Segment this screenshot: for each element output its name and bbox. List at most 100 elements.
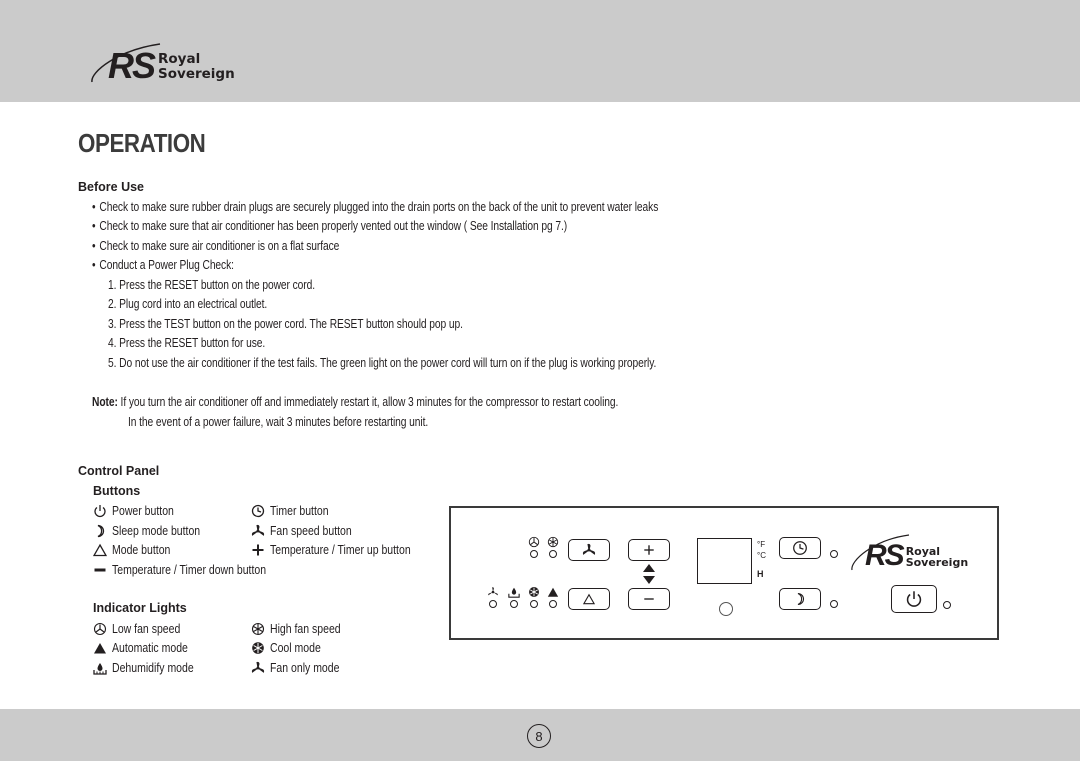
legend-label: Temperature / Timer up button [270, 543, 411, 557]
mode-triangle-icon [92, 542, 108, 558]
legend-label: High fan speed [270, 622, 341, 636]
legend-label: Cool mode [270, 641, 321, 655]
legend-temp-down-button: Temperature / Timer down button [92, 562, 295, 578]
sleep-moon-icon [92, 523, 108, 539]
bullet-item: • Check to make sure rubber drain plugs a… [92, 200, 659, 214]
legend-label: Power button [112, 504, 174, 518]
bullet-text: Check to make sure that air conditioner … [99, 219, 568, 233]
legend-label: Mode button [112, 543, 171, 557]
step-item: 2. Plug cord into an electrical outlet. [108, 297, 268, 311]
panel-brand-logo: RS Royal Sovereign [849, 534, 969, 574]
legend-auto-mode: Automatic mode [92, 640, 202, 656]
legend-low-fan: Low fan speed [92, 621, 193, 637]
power-led [943, 601, 951, 609]
legend-dehumidify-mode: Dehumidify mode [92, 660, 209, 676]
sleep-button[interactable] [779, 588, 821, 610]
brand-monogram: RS [865, 538, 905, 572]
fan-speed-button[interactable] [568, 539, 610, 561]
arrow-down-icon [643, 576, 655, 584]
mode-button[interactable] [568, 588, 610, 610]
fahrenheit-label: °F [757, 540, 766, 549]
high-fan-icon [250, 621, 266, 637]
dehumidify-icon [508, 586, 520, 598]
fan-icon [582, 543, 596, 555]
power-button[interactable] [891, 585, 937, 613]
cool-snowflake-icon [528, 586, 540, 598]
arrow-up-icon [643, 564, 655, 572]
auto-mode-led [549, 600, 557, 608]
timer-led [830, 550, 838, 558]
plus-icon [644, 545, 654, 555]
low-fan-icon [528, 536, 540, 548]
legend-label: Automatic mode [112, 641, 188, 655]
bullet-text: Check to make sure rubber drain plugs ar… [99, 200, 659, 214]
minus-icon [644, 598, 654, 600]
indicator-lights-heading: Indicator Lights [93, 601, 187, 615]
legend-temp-up-button: Temperature / Timer up button [250, 542, 437, 558]
legend-label: Low fan speed [112, 622, 181, 636]
timer-button[interactable] [779, 537, 821, 559]
control-panel-diagram: °F °C H RS Royal Sovereign [449, 506, 999, 640]
dehumidify-led [510, 600, 518, 608]
step-item: 3. Press the TEST button on the power co… [108, 317, 463, 331]
legend-fan-speed-button: Fan speed button [250, 523, 367, 539]
note-text: If you turn the air conditioner off and … [120, 395, 619, 409]
cool-led [530, 600, 538, 608]
fan-icon [250, 523, 266, 539]
temperature-display [697, 538, 752, 584]
control-panel-heading: Control Panel [78, 464, 160, 478]
legend-power-button: Power button [92, 503, 186, 519]
high-fan-icon [547, 536, 559, 548]
power-icon [906, 591, 922, 607]
bullet-item: • Conduct a Power Plug Check: [92, 258, 234, 272]
auto-mode-icon [92, 640, 108, 656]
humidity-label: H [757, 569, 764, 579]
legend-label: Sleep mode button [112, 524, 201, 538]
low-fan-led [530, 550, 538, 558]
step-item: 1. Press the RESET button on the power c… [108, 278, 316, 292]
page-title: OPERATION [78, 128, 206, 158]
cool-snowflake-icon [250, 640, 266, 656]
legend-label: Timer button [270, 504, 329, 518]
timer-icon [250, 503, 266, 519]
legend-label: Temperature / Timer down button [112, 563, 267, 577]
legend-mode-button: Mode button [92, 542, 182, 558]
brand-monogram: RS [108, 45, 156, 86]
fan-only-led [489, 600, 497, 608]
plus-icon [250, 542, 266, 558]
celsius-label: °C [757, 551, 766, 560]
legend-label: Fan speed button [270, 524, 352, 538]
legend-label: Fan only mode [270, 661, 340, 675]
legend-high-fan: High fan speed [250, 621, 354, 637]
low-fan-icon [92, 621, 108, 637]
step-item: 5. Do not use the air conditioner if the… [108, 356, 657, 370]
temp-up-button[interactable] [628, 539, 670, 561]
note-label: Note: [92, 395, 118, 409]
remote-sensor [719, 602, 733, 616]
bullet-text: Conduct a Power Plug Check: [99, 258, 234, 272]
bullet-text: Check to make sure air conditioner is on… [99, 239, 340, 253]
legend-fan-only-mode: Fan only mode [250, 660, 353, 676]
timer-icon [793, 541, 807, 555]
bullet-item: • Check to make sure air conditioner is o… [92, 239, 340, 253]
minus-icon [92, 562, 108, 578]
auto-mode-icon [547, 586, 559, 598]
legend-cool-mode: Cool mode [250, 640, 330, 656]
legend-label: Dehumidify mode [112, 661, 194, 675]
high-fan-led [549, 550, 557, 558]
note-text-continued: In the event of a power failure, wait 3 … [128, 415, 429, 429]
power-icon [92, 503, 108, 519]
step-item: 4. Press the RESET button for use. [108, 336, 266, 350]
legend-sleep-button: Sleep mode button [92, 523, 217, 539]
sleep-led [830, 600, 838, 608]
buttons-heading: Buttons [93, 484, 141, 498]
sleep-moon-icon [797, 592, 804, 606]
dehumidify-icon [92, 660, 108, 676]
page-number: 8 [527, 724, 551, 748]
mode-triangle-icon [583, 593, 595, 605]
fan-only-icon [487, 586, 499, 598]
before-use-heading: Before Use [78, 180, 144, 194]
fan-only-icon [250, 660, 266, 676]
temp-down-button[interactable] [628, 588, 670, 610]
legend-timer-button: Timer button [250, 503, 340, 519]
